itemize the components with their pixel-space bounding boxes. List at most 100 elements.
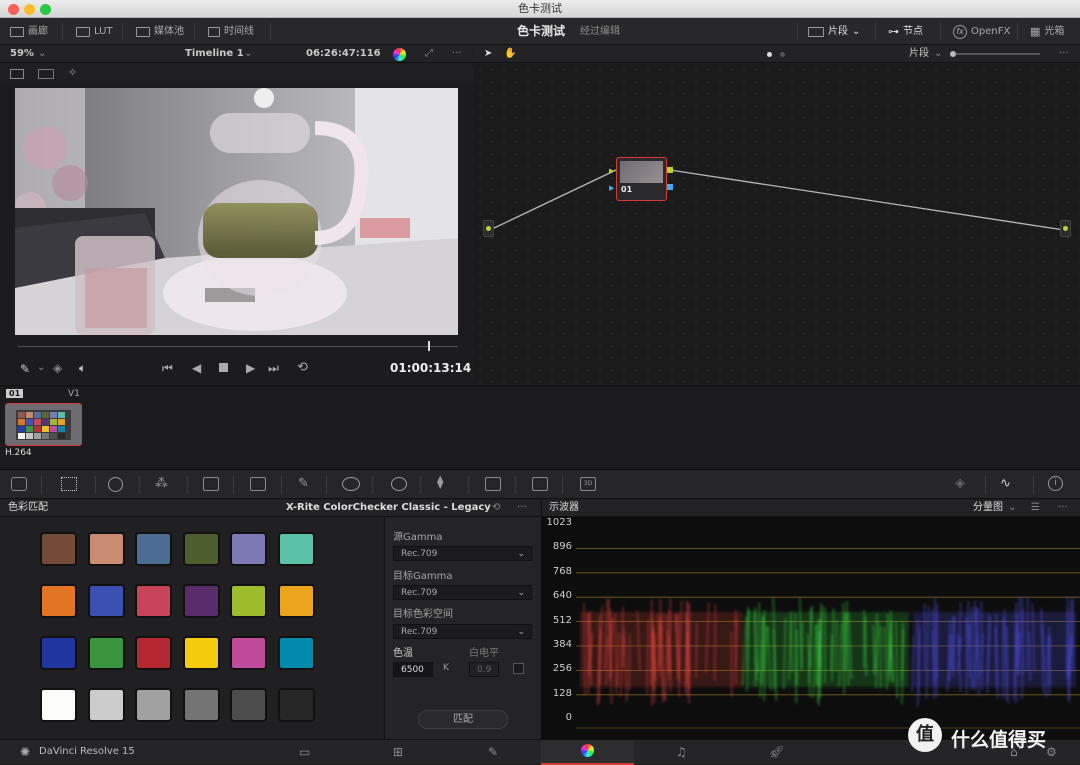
rgb-mixer-icon[interactable]: ⁂: [155, 476, 168, 491]
media-page-icon[interactable]: ▭: [299, 745, 310, 759]
single-viewer-icon[interactable]: [10, 69, 24, 79]
more-options-icon[interactable]: ···: [517, 499, 527, 517]
clip-mode-dropdown[interactable]: 片段⌄: [808, 18, 860, 45]
nodes-button[interactable]: ⊶节点: [888, 18, 923, 45]
stop-icon[interactable]: [219, 363, 228, 372]
target-colorspace-dropdown[interactable]: Rec.709⌄: [393, 624, 532, 639]
color-swatch[interactable]: [88, 584, 125, 618]
target-gamma-dropdown[interactable]: Rec.709⌄: [393, 585, 532, 600]
zoom-level[interactable]: 59%: [10, 45, 34, 63]
color-swatch[interactable]: [278, 688, 315, 722]
more-options-icon[interactable]: ···: [452, 45, 462, 63]
parade-scope[interactable]: 10238967686405123842561280: [541, 517, 1080, 739]
white-level-input[interactable]: 0.9: [469, 662, 499, 677]
more-options-icon[interactable]: ···: [1059, 45, 1069, 63]
expand-icon[interactable]: ⤢: [425, 45, 433, 63]
split-viewer-icon[interactable]: [38, 69, 54, 79]
match-button[interactable]: 匹配: [418, 710, 508, 729]
3d-icon[interactable]: 3D: [580, 477, 596, 491]
scrubber-track[interactable]: [18, 346, 458, 347]
color-swatch[interactable]: [230, 584, 267, 618]
node-output-port-icon[interactable]: [667, 167, 673, 173]
color-swatch[interactable]: [183, 688, 220, 722]
timeline-dropdown-chevron-icon[interactable]: ⌄: [244, 45, 252, 63]
keyframes-icon[interactable]: ◈: [955, 476, 965, 491]
layers-icon[interactable]: ◈: [53, 361, 62, 375]
color-swatch[interactable]: [88, 636, 125, 670]
node-graph[interactable]: 01 ▶ ▶: [474, 64, 1080, 384]
scope-settings-icon[interactable]: ☰: [1031, 499, 1040, 517]
color-swatch[interactable]: [88, 688, 125, 722]
scope-mode-chevron-icon[interactable]: ⌄: [1008, 499, 1016, 517]
settings-gear-icon[interactable]: ⚙: [1046, 745, 1057, 759]
color-swatch[interactable]: [40, 584, 77, 618]
temperature-input[interactable]: 6500: [393, 662, 433, 677]
color-swatch[interactable]: [278, 636, 315, 670]
fairlight-page-icon[interactable]: ♫: [676, 745, 687, 759]
input-node[interactable]: [483, 220, 494, 237]
color-swatch[interactable]: [88, 532, 125, 566]
white-level-checkbox[interactable]: [513, 663, 524, 674]
color-match-icon[interactable]: [61, 477, 77, 491]
media-pool-button[interactable]: 媒体池: [136, 18, 184, 45]
gallery-button[interactable]: 画廊: [10, 18, 48, 45]
color-swatch[interactable]: [40, 688, 77, 722]
clip-thumbnail[interactable]: [5, 403, 82, 446]
qualifier-icon[interactable]: ✎: [298, 476, 309, 491]
color-swatch[interactable]: [183, 636, 220, 670]
color-swatch[interactable]: [183, 584, 220, 618]
color-swatch[interactable]: [135, 636, 172, 670]
color-picker-icon[interactable]: ✎: [20, 362, 30, 376]
chart-type-dropdown[interactable]: X-Rite ColorChecker Classic - Legacy: [286, 499, 491, 517]
node-mode-chevron-icon[interactable]: ⌄: [934, 45, 942, 63]
color-swatch[interactable]: [278, 532, 315, 566]
color-swatch[interactable]: [183, 532, 220, 566]
page-dot-icon[interactable]: [780, 52, 785, 57]
zoom-dropdown-chevron-icon[interactable]: ⌄: [38, 45, 46, 63]
source-gamma-dropdown[interactable]: Rec.709⌄: [393, 546, 532, 561]
color-wheels-icon[interactable]: [108, 477, 123, 492]
fusion-page-icon[interactable]: ✎: [488, 745, 498, 759]
color-swatch[interactable]: [135, 584, 172, 618]
chart-dropdown-chevron-icon[interactable]: ⌄: [467, 499, 475, 517]
picker-dropdown-chevron-icon[interactable]: ⌄: [37, 362, 45, 373]
tracker-icon[interactable]: [391, 477, 407, 491]
loop-icon[interactable]: ⟲: [297, 360, 308, 375]
more-options-icon[interactable]: ···: [1058, 499, 1068, 517]
color-swatch[interactable]: [230, 636, 267, 670]
close-window-button[interactable]: [8, 4, 19, 15]
curves-icon[interactable]: [250, 477, 266, 491]
color-wheel-icon[interactable]: [393, 48, 406, 61]
viewer-frame[interactable]: [15, 88, 458, 335]
sizing-icon[interactable]: [532, 477, 548, 491]
playhead-handle[interactable]: [428, 341, 430, 351]
lut-button[interactable]: LUT: [76, 18, 113, 45]
timeline-name[interactable]: Timeline 1: [185, 45, 244, 63]
skip-to-start-icon[interactable]: ⏮︎: [162, 361, 173, 376]
skip-to-end-icon[interactable]: ⏭︎: [268, 361, 279, 376]
info-icon[interactable]: i: [1048, 476, 1063, 491]
key-icon[interactable]: [485, 477, 501, 491]
pointer-tool-icon[interactable]: ➤: [484, 45, 492, 63]
camera-raw-icon[interactable]: [11, 477, 27, 491]
timecode-dropdown-chevron-icon[interactable]: ⌄: [372, 45, 380, 63]
minimize-window-button[interactable]: [24, 4, 35, 15]
scope-mode-dropdown[interactable]: 分量图: [973, 499, 1003, 517]
magic-wand-icon[interactable]: ✧: [68, 66, 77, 79]
node-mode-label[interactable]: 片段: [909, 45, 929, 63]
deliver-page-icon[interactable]: 🚀︎: [769, 745, 784, 759]
color-swatch[interactable]: [230, 532, 267, 566]
output-node[interactable]: [1060, 220, 1071, 237]
scopes-icon[interactable]: ∿: [1000, 476, 1011, 491]
color-swatch[interactable]: [278, 584, 315, 618]
edit-page-icon[interactable]: ⊞: [393, 745, 403, 759]
window-icon[interactable]: [342, 477, 360, 491]
node-key-output-icon[interactable]: [667, 184, 673, 190]
color-swatch[interactable]: [40, 532, 77, 566]
step-back-icon[interactable]: ◀: [192, 361, 201, 375]
motion-effects-icon[interactable]: [203, 477, 219, 491]
openfx-button[interactable]: fxOpenFX: [953, 18, 1010, 45]
hand-tool-icon[interactable]: ✋: [504, 45, 516, 63]
corrector-node-01[interactable]: 01: [616, 157, 667, 201]
reset-icon[interactable]: ⟲: [492, 499, 500, 517]
